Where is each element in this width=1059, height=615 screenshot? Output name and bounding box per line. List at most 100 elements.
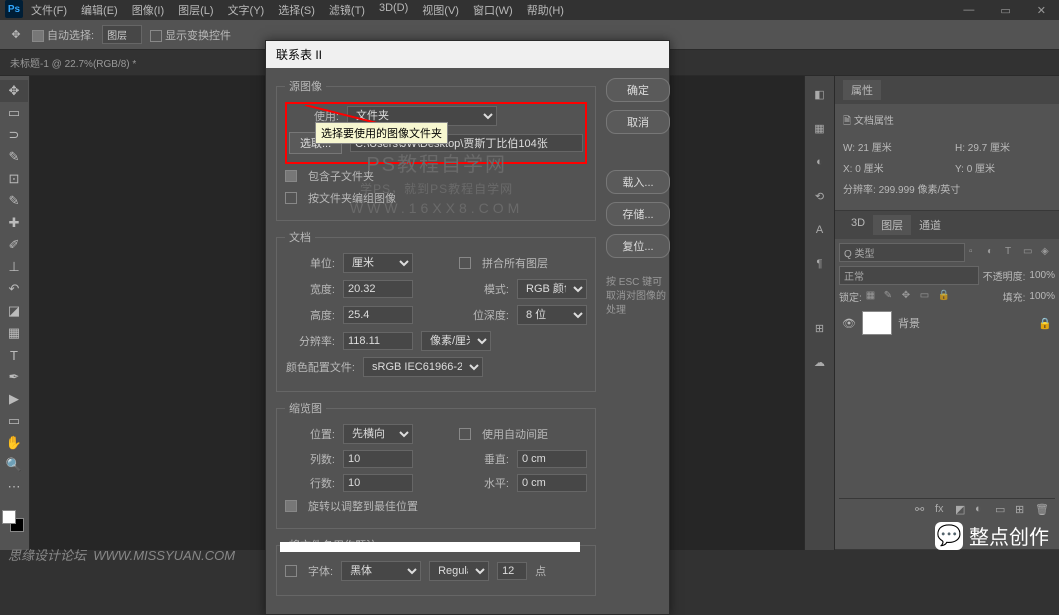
menu-3d[interactable]: 3D(D) — [373, 0, 414, 20]
unit-select[interactable]: 厘米 — [343, 253, 413, 273]
font-size-input[interactable] — [497, 562, 527, 580]
menu-type[interactable]: 文字(Y) — [222, 0, 271, 20]
paragraph-panel-icon[interactable]: ¶ — [810, 254, 830, 274]
save-button[interactable]: 存储... — [606, 202, 670, 226]
history-brush-tool[interactable]: ↶ — [0, 278, 28, 300]
blend-mode-select[interactable]: 正常 — [839, 266, 979, 285]
menu-image[interactable]: 图像(I) — [126, 0, 170, 20]
character-panel-icon[interactable]: A — [810, 220, 830, 240]
vert-input[interactable] — [517, 450, 587, 468]
position-select[interactable]: 先横向 — [343, 424, 413, 444]
path-select-tool[interactable]: ▶ — [0, 388, 28, 410]
pen-tool[interactable]: ✒ — [0, 366, 28, 388]
visibility-icon[interactable]: 👁 — [842, 316, 856, 330]
fg-color-swatch[interactable] — [2, 510, 16, 524]
hand-tool[interactable]: ✋ — [0, 432, 28, 454]
gradient-tool[interactable]: ▦ — [0, 322, 28, 344]
marquee-tool[interactable]: ▭ — [0, 102, 28, 124]
cancel-button[interactable]: 取消 — [606, 110, 670, 134]
layers-tab[interactable]: 图层 — [873, 215, 911, 235]
edit-toolbar[interactable]: ⋯ — [0, 476, 28, 498]
auto-select-target[interactable]: 图层 — [102, 25, 142, 44]
layer-filter-select[interactable]: Q 类型 — [839, 243, 965, 262]
font-style-select[interactable]: Regular — [429, 561, 489, 581]
layer-group-icon[interactable]: ▭ — [995, 503, 1011, 519]
menu-edit[interactable]: 编辑(E) — [75, 0, 124, 20]
zoom-tool[interactable]: 🔍 — [0, 454, 28, 476]
adjustment-layer-icon[interactable]: ◐ — [975, 503, 991, 519]
new-layer-icon[interactable]: ⊞ — [1015, 503, 1031, 519]
menu-filter[interactable]: 滤镜(T) — [323, 0, 371, 20]
filter-smart-icon[interactable]: ◈ — [1041, 246, 1055, 260]
crop-tool[interactable]: ⊡ — [0, 168, 28, 190]
channels-tab[interactable]: 通道 — [911, 215, 949, 235]
ok-button[interactable]: 确定 — [606, 78, 670, 102]
group-folder-checkbox[interactable] — [285, 192, 297, 204]
eraser-tool[interactable]: ◪ — [0, 300, 28, 322]
include-sub-checkbox[interactable] — [285, 170, 297, 182]
stamp-tool[interactable]: ⊥ — [0, 256, 28, 278]
document-tab[interactable]: 未标题-1 @ 22.7%(RGB/8) * — [0, 50, 146, 75]
move-tool[interactable]: ✥ — [0, 80, 28, 102]
healing-tool[interactable]: ✚ — [0, 212, 28, 234]
menu-file[interactable]: 文件(F) — [25, 0, 73, 20]
bitdepth-select[interactable]: 8 位 — [517, 305, 587, 325]
color-swatches[interactable] — [0, 508, 28, 536]
libraries-panel-icon[interactable]: ⊞ — [810, 318, 830, 338]
color-profile-select[interactable]: sRGB IEC61966-2.1 — [363, 357, 483, 377]
lock-transparency-icon[interactable]: ▦ — [866, 290, 880, 304]
lock-position-icon[interactable]: ✥ — [902, 290, 916, 304]
lock-pixels-icon[interactable]: ✎ — [884, 290, 898, 304]
maximize-icon[interactable]: ▭ — [992, 2, 1018, 19]
filter-type-icon[interactable]: T — [1005, 246, 1019, 260]
caption-checkbox[interactable] — [285, 565, 297, 577]
auto-spacing-checkbox[interactable] — [459, 428, 471, 440]
minimize-icon[interactable]: — — [955, 2, 982, 19]
color-panel-icon[interactable]: ◧ — [810, 84, 830, 104]
quick-select-tool[interactable]: ✎ — [0, 146, 28, 168]
brush-tool[interactable]: ✐ — [0, 234, 28, 256]
rows-input[interactable] — [343, 474, 413, 492]
adjustments-panel-icon[interactable]: ◐ — [810, 152, 830, 172]
rotate-checkbox[interactable] — [285, 500, 297, 512]
mode-select[interactable]: RGB 颜色 — [517, 279, 587, 299]
ps-logo-icon[interactable]: Ps — [5, 0, 23, 18]
res-unit-select[interactable]: 像素/厘米 — [421, 331, 491, 351]
menu-select[interactable]: 选择(S) — [272, 0, 321, 20]
filter-shape-icon[interactable]: ▭ — [1023, 246, 1037, 260]
cloud-panel-icon[interactable]: ☁ — [810, 352, 830, 372]
lock-all-icon[interactable]: 🔒 — [938, 290, 952, 304]
eyedropper-tool[interactable]: ✎ — [0, 190, 28, 212]
type-tool[interactable]: T — [0, 344, 28, 366]
width-input[interactable] — [343, 280, 413, 298]
layer-mask-icon[interactable]: ◩ — [955, 503, 971, 519]
menu-help[interactable]: 帮助(H) — [521, 0, 570, 20]
horz-input[interactable] — [517, 474, 587, 492]
auto-select-checkbox[interactable] — [32, 30, 44, 42]
close-icon[interactable]: ✕ — [1029, 2, 1054, 19]
swatches-panel-icon[interactable]: ▦ — [810, 118, 830, 138]
cols-input[interactable] — [343, 450, 413, 468]
reset-button[interactable]: 复位... — [606, 234, 670, 258]
height-input[interactable] — [343, 306, 413, 324]
font-select[interactable]: 黑体 — [341, 561, 421, 581]
link-layers-icon[interactable]: ⚯ — [915, 503, 931, 519]
menu-window[interactable]: 窗口(W) — [467, 0, 519, 20]
filter-adjust-icon[interactable]: ◐ — [987, 246, 1001, 260]
lasso-tool[interactable]: ⊃ — [0, 124, 28, 146]
show-transform-checkbox[interactable] — [150, 30, 162, 42]
history-panel-icon[interactable]: ⟲ — [810, 186, 830, 206]
opacity-value[interactable]: 100% — [1029, 270, 1055, 281]
delete-layer-icon[interactable]: 🗑 — [1035, 503, 1051, 519]
res-input[interactable] — [343, 332, 413, 350]
menu-layer[interactable]: 图层(L) — [172, 0, 219, 20]
3d-tab[interactable]: 3D — [843, 215, 873, 235]
layer-fx-icon[interactable]: fx — [935, 503, 951, 519]
fill-value[interactable]: 100% — [1029, 291, 1055, 302]
properties-tab[interactable]: 属性 — [843, 80, 881, 100]
menu-view[interactable]: 视图(V) — [416, 0, 465, 20]
layer-thumbnail[interactable] — [862, 311, 892, 335]
load-button[interactable]: 载入... — [606, 170, 670, 194]
shape-tool[interactable]: ▭ — [0, 410, 28, 432]
flatten-checkbox[interactable] — [459, 257, 471, 269]
